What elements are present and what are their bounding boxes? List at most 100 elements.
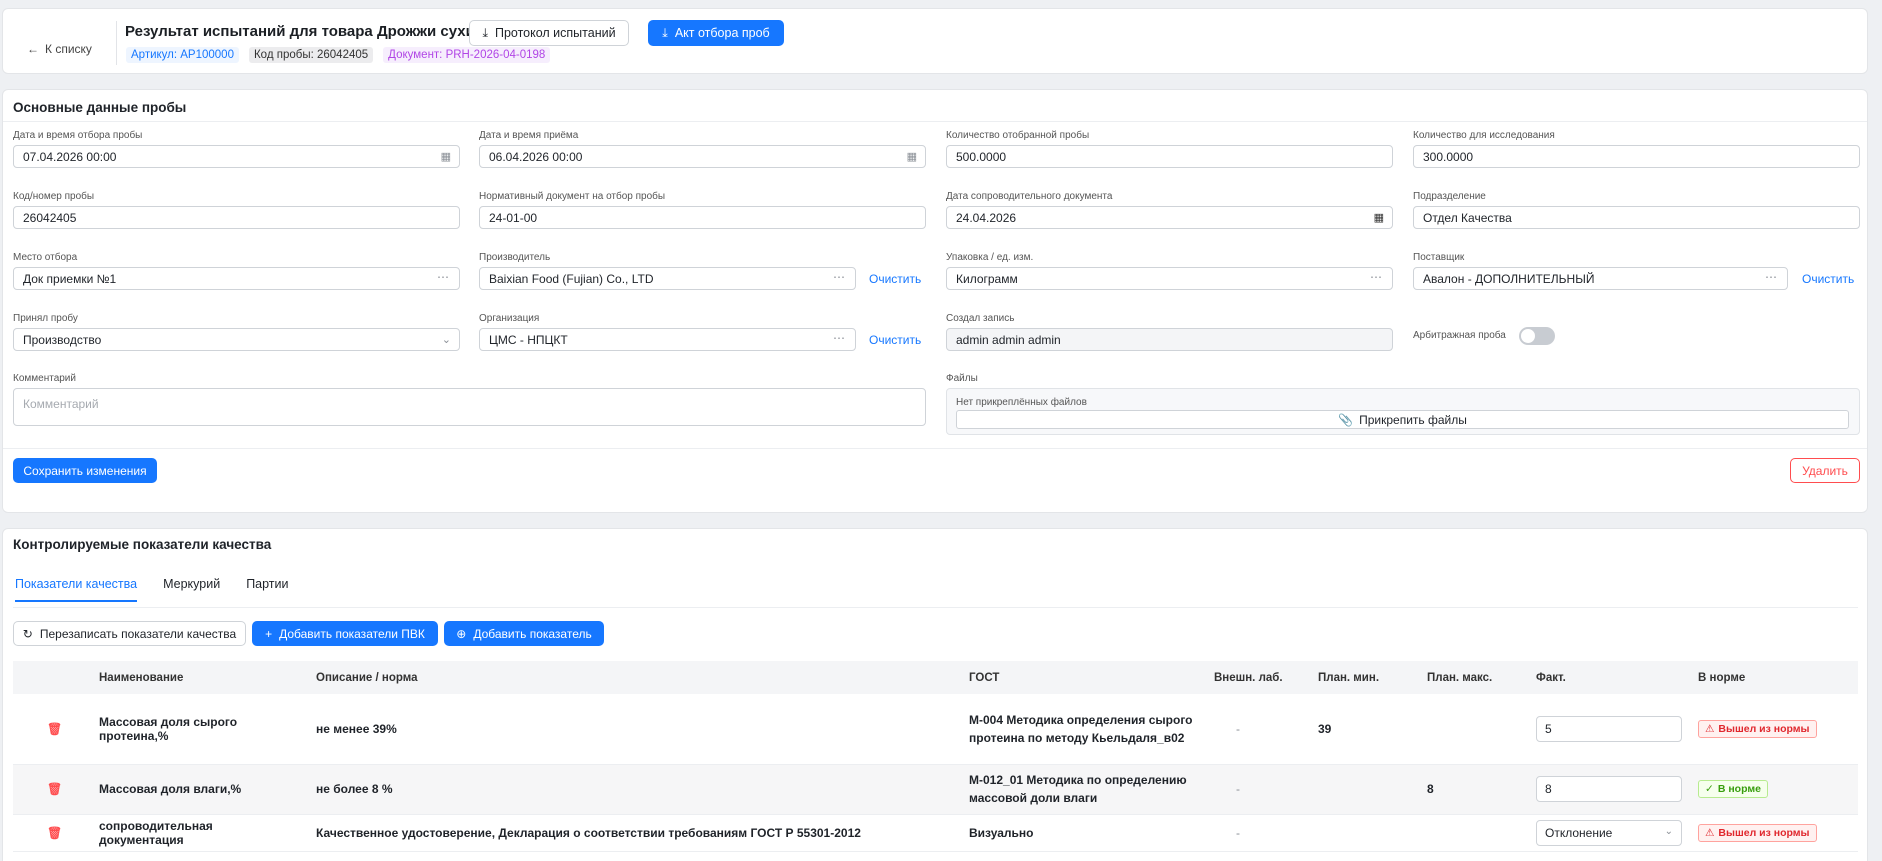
save-button[interactable]: Сохранить изменения <box>13 458 157 483</box>
field-label: Поставщик <box>1413 252 1465 263</box>
attach-label: Прикрепить файлы <box>1359 412 1467 427</box>
supplier-select[interactable]: Авалон - ДОПОЛНИТЕЛЬНЫЙ ⋯ <box>1413 267 1788 290</box>
delete-button[interactable]: Удалить <box>1790 458 1860 483</box>
col-gost: ГОСТ <box>961 661 1206 694</box>
row-status-cell: ⚠ Вышел из нормы <box>1690 694 1858 765</box>
delete-cell: 🗑 <box>13 814 91 852</box>
field-label: Количество отобранной пробы <box>946 130 1090 141</box>
divider <box>116 21 117 65</box>
col-actions <box>13 661 91 694</box>
created-by-input: admin admin admin <box>946 328 1393 351</box>
col-name: Наименование <box>91 661 308 694</box>
field-label: Организация <box>479 313 540 324</box>
quality-table: Наименование Описание / норма ГОСТ Внешн… <box>13 661 1858 852</box>
act-button[interactable]: ⤓ Акт отбора проб <box>648 20 784 46</box>
section-title: Основные данные пробы <box>13 100 187 115</box>
check-circle-icon: ✓ <box>1705 783 1714 795</box>
row-name: сопроводительная документация <box>91 814 308 852</box>
department-input[interactable]: Отдел Качества <box>1413 206 1860 229</box>
row-plan-max <box>1419 814 1528 852</box>
field-label: Код/номер пробы <box>13 191 95 202</box>
row-gost: М-004 Методика определения сырого протеи… <box>961 694 1206 765</box>
col-plan-max: План. макс. <box>1419 661 1528 694</box>
chevron-down-icon: ⌄ <box>1664 825 1673 837</box>
divider <box>3 448 1867 449</box>
field-label: Комментарий <box>13 373 76 384</box>
more-icon[interactable]: ⋯ <box>833 331 846 345</box>
more-icon[interactable]: ⋯ <box>1370 270 1383 284</box>
supplier-clear-link[interactable]: Очистить <box>1802 272 1854 286</box>
producer-select[interactable]: Baixian Food (Fujian) Co., LTD ⋯ <box>479 267 856 290</box>
comment-textarea[interactable]: Комментарий <box>13 388 926 426</box>
field-value: Док приемки №1 <box>23 271 117 286</box>
receipt-date-input[interactable]: 06.04.2026 00:00 ▦ <box>479 145 926 168</box>
protocol-button[interactable]: ⤓ Протокол испытаний <box>469 20 629 46</box>
accomp-date-input[interactable]: 24.04.2026 ▦ <box>946 206 1393 229</box>
row-gost: М-012_01 Методика по определению массово… <box>961 764 1206 815</box>
arbitration-toggle[interactable] <box>1519 327 1555 345</box>
field-value: admin admin admin <box>956 332 1061 347</box>
sample-code-input[interactable]: 26042405 <box>13 206 460 229</box>
row-fact-cell: 5 <box>1528 694 1690 765</box>
section-title: Контролируемые показатели качества <box>13 537 272 552</box>
more-icon[interactable]: ⋯ <box>833 270 846 284</box>
status-badge: ⚠ Вышел из нормы <box>1698 719 1817 738</box>
tab-batches[interactable]: Партии <box>246 577 288 602</box>
warning-icon: ⚠ <box>1705 722 1715 735</box>
divider <box>3 121 1867 122</box>
field-label: Производитель <box>479 252 551 263</box>
field-value: 500.0000 <box>956 149 1007 164</box>
field-value: Авалон - ДОПОЛНИТЕЛЬНЫЙ <box>1423 271 1595 286</box>
organization-clear-link[interactable]: Очистить <box>869 333 921 347</box>
sample-place-select[interactable]: Док приемки №1 ⋯ <box>13 267 460 290</box>
trash-icon[interactable]: 🗑 <box>47 782 62 796</box>
row-ext-lab: - <box>1206 764 1310 815</box>
status-text: Вышел из нормы <box>1718 826 1810 839</box>
tab-quality[interactable]: Показатели качества <box>15 577 138 602</box>
back-label: К списку <box>45 42 92 56</box>
status-badge: ⚠ Вышел из нормы <box>1698 823 1817 842</box>
field-label: Место отбора <box>13 252 78 263</box>
fact-input[interactable]: 8 <box>1536 776 1682 802</box>
fact-select-value: Отклонение <box>1545 825 1613 840</box>
trash-icon[interactable]: 🗑 <box>47 722 62 736</box>
document-tag: Документ: PRH-2026-04-0198 <box>383 47 551 63</box>
tab-mercury[interactable]: Меркурий <box>163 577 220 602</box>
accepted-by-select[interactable]: Производство ⌄ <box>13 328 460 351</box>
field-value: Baixian Food (Fujian) Co., LTD <box>489 271 654 286</box>
field-label: Дата сопроводительного документа <box>946 191 1113 202</box>
status-text: Вышел из нормы <box>1718 722 1810 735</box>
protocol-button-label: Протокол испытаний <box>494 26 616 40</box>
add-pvk-button[interactable]: + Добавить показатели ПВК <box>252 621 438 646</box>
fact-input[interactable]: 5 <box>1536 715 1682 742</box>
organization-select[interactable]: ЦМС - НПЦКТ ⋯ <box>479 328 856 351</box>
table-row: 🗑 Массовая доля влаги,% не более 8 % М-0… <box>13 764 1858 815</box>
more-icon[interactable]: ⋯ <box>437 270 450 284</box>
add-indicator-button[interactable]: ⊕ Добавить показатель <box>444 621 604 646</box>
row-plan-min <box>1310 814 1419 852</box>
rewrite-button[interactable]: ↻ Перезаписать показатели качества <box>13 621 246 646</box>
producer-clear-link[interactable]: Очистить <box>869 272 921 286</box>
row-name: Массовая доля сырого протеина,% <box>91 694 308 765</box>
plus-icon: + <box>265 626 273 641</box>
sample-qty-input[interactable]: 500.0000 <box>946 145 1393 168</box>
attach-files-button[interactable]: 📎 Прикрепить файлы <box>956 410 1849 429</box>
row-plan-min <box>1310 764 1419 815</box>
files-box: Нет прикреплённых файлов 📎 Прикрепить фа… <box>946 388 1860 435</box>
delete-cell: 🗑 <box>13 764 91 815</box>
research-qty-input[interactable]: 300.0000 <box>1413 145 1860 168</box>
row-fact-cell: 8 <box>1528 764 1690 815</box>
plus-circle-icon: ⊕ <box>456 626 467 641</box>
sample-date-input[interactable]: 07.04.2026 00:00 ▦ <box>13 145 460 168</box>
tab-bar: Показатели качества Меркурий Партии <box>15 577 289 602</box>
delete-cell: 🗑 <box>13 694 91 765</box>
paperclip-icon: 📎 <box>1338 412 1354 427</box>
norm-doc-input[interactable]: 24-01-00 <box>479 206 926 229</box>
package-select[interactable]: Килограмм ⋯ <box>946 267 1393 290</box>
fact-select[interactable]: Отклонение ⌄ <box>1536 819 1682 846</box>
back-link[interactable]: ← К списку <box>27 42 92 56</box>
calendar-icon[interactable]: ▦ <box>1374 211 1384 224</box>
add-indicator-label: Добавить показатель <box>473 626 592 641</box>
trash-icon[interactable]: 🗑 <box>47 826 62 840</box>
more-icon[interactable]: ⋯ <box>1765 270 1778 284</box>
